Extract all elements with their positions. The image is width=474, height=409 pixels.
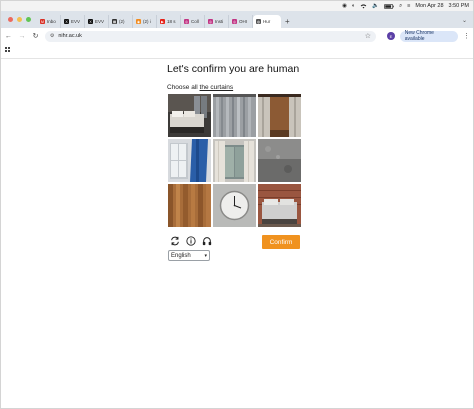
address-bar[interactable]: ⚙ nihr.ac.uk ☆ [44,30,377,42]
gmail-icon: M [40,19,45,24]
captcha-controls [169,235,212,246]
reload-button[interactable]: ↻ [31,32,40,40]
menubar-time[interactable]: 3:50 PM [449,3,469,9]
apps-shortcut[interactable] [5,47,15,55]
chevron-down-icon: ▾ [204,252,207,259]
tab-strip: M Inbo X EVV X EVV ▦ (2) ◉ (2) i ▶ 18 s ◎ Coll ◎ Insti ◎… [1,11,473,28]
tab-search-button[interactable]: ⌄ [462,17,473,28]
forward-button[interactable]: → [18,33,27,40]
rss-icon: ◉ [136,19,141,24]
instruction-prefix: Choose all [167,84,200,91]
tab-label: Hur [263,19,271,24]
audio-headphones-icon[interactable] [201,235,212,246]
tab-label: EVV [95,19,105,24]
tab-7[interactable]: ◎ Coll [181,15,205,28]
tab-3[interactable]: X EVV [85,15,109,28]
tab-9[interactable]: ◎ OHI [229,15,253,28]
control-center-icon[interactable]: ≡ [407,3,410,9]
tab-8[interactable]: ◎ Insti [205,15,229,28]
browser-window: ◉ ◐ 🔈 ⌕ ≡ Mon Apr 28 3:50 PM M Inbo X EVV X E… [0,0,474,409]
window-controls [1,17,37,28]
browser-toolbar: ← → ↻ ⚙ nihr.ac.uk ☆ E New Chrome availa… [1,28,473,44]
captcha-image-6[interactable] [258,139,301,182]
tab-10[interactable]: ◍ Hur [253,15,281,28]
menubar-date[interactable]: Mon Apr 28 [415,3,443,9]
captcha-image-3[interactable] [258,94,301,137]
instruction-target-link[interactable]: the curtains [200,84,234,91]
tab-6[interactable]: ▶ 18 s [157,15,181,28]
language-select-value: English [171,252,191,259]
instagram-icon: ◎ [184,19,189,24]
captcha-image-grid [168,94,301,227]
app-icon: ▦ [112,19,117,24]
captcha-image-2[interactable] [213,94,256,137]
tab-list: M Inbo X EVV X EVV ▦ (2) ◉ (2) i ▶ 18 s ◎ Coll ◎ Insti ◎… [37,11,281,28]
tab-label: Inbo [47,19,56,24]
screen-record-icon[interactable]: ◉ [342,3,347,9]
x-icon: X [64,19,69,24]
x-icon: X [88,19,93,24]
url-text[interactable]: nihr.ac.uk [58,33,82,39]
captcha-image-1[interactable] [168,94,211,137]
captcha-widget: Let's confirm you are human Choose all t… [167,63,307,261]
site-info-icon[interactable]: ⚙ [50,33,54,39]
battery-icon[interactable] [384,3,394,9]
captcha-title: Let's confirm you are human [167,63,300,75]
info-icon[interactable] [185,235,196,246]
captcha-image-8[interactable] [213,184,256,227]
bookmark-star-icon[interactable]: ☆ [365,32,371,40]
apps-grid-icon [5,47,15,52]
tab-4[interactable]: ▦ (2) [109,15,133,28]
refresh-icon[interactable] [169,235,180,246]
tab-5[interactable]: ◉ (2) i [133,15,157,28]
toolbar-divider [1,58,473,59]
tab-2[interactable]: X EVV [61,15,85,28]
globe-icon: ◍ [256,19,261,24]
captcha-image-4[interactable] [168,139,211,182]
back-button[interactable]: ← [4,33,13,40]
maximize-window-button[interactable] [26,17,31,22]
macos-menubar: ◉ ◐ 🔈 ⌕ ≡ Mon Apr 28 3:50 PM [1,1,473,11]
instagram-icon: ◎ [208,19,213,24]
new-tab-button[interactable]: + [281,17,294,28]
captcha-image-7[interactable] [168,184,211,227]
control-icon[interactable]: ◐ [352,3,355,9]
captcha-image-9[interactable] [258,184,301,227]
new-chrome-available-button[interactable]: New Chrome available [399,30,458,42]
captcha-image-5[interactable] [213,139,256,182]
volume-icon[interactable]: 🔈 [372,3,379,9]
wifi-icon[interactable] [360,3,367,9]
youtube-icon: ▶ [160,19,165,24]
tab-label: (2) [119,19,125,24]
profile-avatar[interactable]: E [387,32,395,40]
search-icon[interactable]: ⌕ [399,3,402,10]
close-window-button[interactable] [8,17,13,22]
tab-label: 18 s [167,19,176,24]
tab-label: EVV [71,19,81,24]
tab-label: (2) i [143,19,151,24]
minimize-window-button[interactable] [17,17,22,22]
instagram-icon: ◎ [232,19,237,24]
more-menu-icon[interactable]: ⋮ [463,32,470,40]
tab-label: Insti [215,19,224,24]
captcha-instruction: Choose all the curtains [167,84,307,91]
tab-1[interactable]: M Inbo [37,15,61,28]
tab-label: OHI [239,19,248,24]
language-select[interactable]: English ▾ [168,250,210,261]
tab-label: Coll [191,19,199,24]
confirm-button[interactable]: Confirm [262,235,300,249]
